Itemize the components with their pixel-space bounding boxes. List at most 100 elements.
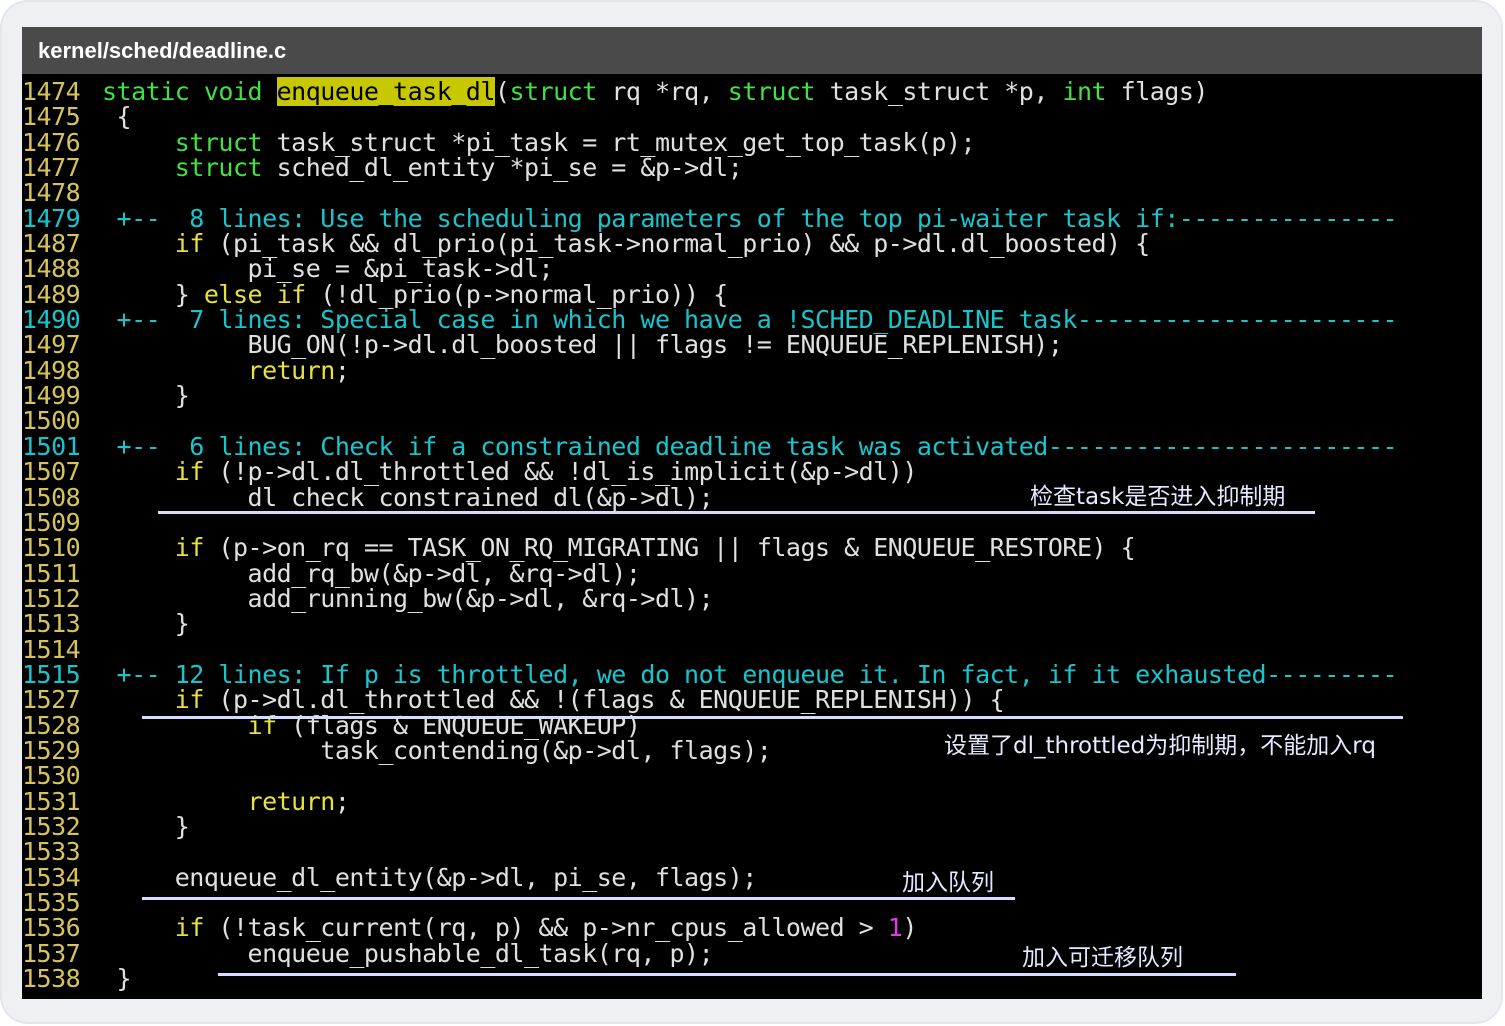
code-token: } bbox=[102, 811, 190, 841]
code-line: 1513 } bbox=[22, 609, 1482, 639]
code-line: 1476 struct task_struct *pi_task = rt_mu… bbox=[22, 127, 1482, 157]
code-line: 1498 return; bbox=[22, 355, 1482, 385]
line-number: 1515 bbox=[22, 659, 81, 689]
code-line: 1478 bbox=[22, 178, 1482, 208]
code-line: 1532 } bbox=[22, 811, 1482, 841]
window-title: kernel/sched/deadline.c bbox=[22, 27, 1482, 74]
code-line: 1512 add_running_bw(&p->dl, &rq->dl); bbox=[22, 583, 1482, 613]
code-line: 1475 { bbox=[22, 102, 1482, 132]
code-token: } bbox=[102, 609, 190, 639]
code-token: enqueue_dl_entity(&p->dl, pi_se, flags); bbox=[102, 862, 758, 892]
code-token: } bbox=[102, 964, 132, 994]
code-line: 1474 static void enqueue_task_dl(struct r… bbox=[22, 77, 1482, 106]
annotation-underline bbox=[142, 897, 1015, 900]
code-line: 1489 } else if (!dl_prio(p->normal_prio)… bbox=[22, 279, 1482, 309]
line-number: 1498 bbox=[22, 355, 81, 385]
line-number: 1530 bbox=[22, 761, 81, 791]
code-token: ) bbox=[902, 913, 917, 943]
line-number: 1513 bbox=[22, 609, 81, 639]
line-number: 1508 bbox=[22, 482, 81, 512]
line-number: 1474 bbox=[22, 77, 81, 106]
code-token: task_struct *p, bbox=[815, 77, 1063, 106]
code-token: task_contending(&p->dl, flags); bbox=[102, 735, 772, 765]
line-number: 1490 bbox=[22, 305, 81, 335]
annotation-underline bbox=[218, 973, 1236, 976]
line-number: 1499 bbox=[22, 381, 81, 411]
code-line: 1534 enqueue_dl_entity(&p->dl, pi_se, fl… bbox=[22, 862, 1482, 892]
line-number: 1537 bbox=[22, 938, 81, 968]
search-highlight: enqueue_task_dl bbox=[276, 77, 495, 106]
code-line: 1500 bbox=[22, 406, 1482, 436]
code-token: add_running_bw(&p->dl, &rq->dl); bbox=[102, 583, 714, 613]
code-line: 1479 +-- 8 lines: Use the scheduling par… bbox=[22, 203, 1482, 233]
line-number: 1479 bbox=[22, 203, 81, 233]
code-line: 1501 +-- 6 lines: Check if a constrained… bbox=[22, 431, 1482, 461]
code-line: 1497 BUG_ON(!p->dl.dl_boosted || flags !… bbox=[22, 330, 1482, 360]
code-token: rq *rq, bbox=[596, 77, 728, 106]
code-line: 1490 +-- 7 lines: Special case in which … bbox=[22, 305, 1482, 335]
line-number: 1532 bbox=[22, 811, 81, 841]
line-number: 1501 bbox=[22, 431, 81, 461]
code-window: kernel/sched/deadline.c 1474 static void … bbox=[22, 27, 1482, 999]
line-number: 1511 bbox=[22, 558, 81, 588]
code-line: 1535 bbox=[22, 888, 1482, 917]
code-line: 1511 add_rq_bw(&p->dl, &rq->dl); bbox=[22, 558, 1482, 588]
code-token: sched_dl_entity *pi_se = &p->dl; bbox=[262, 153, 743, 183]
line-number: 1509 bbox=[22, 507, 81, 537]
code-line: 1515 +-- 12 lines: If p is throttled, we… bbox=[22, 659, 1482, 689]
code-token: ; bbox=[334, 786, 350, 816]
line-number: 1497 bbox=[22, 330, 81, 360]
line-number: 1534 bbox=[22, 862, 81, 892]
line-number: 1488 bbox=[22, 254, 81, 284]
code-token: struct bbox=[174, 153, 263, 183]
code-line: 1514 bbox=[22, 634, 1482, 664]
code-line: 1487 if (pi_task && dl_prio(pi_task->nor… bbox=[22, 231, 1482, 257]
line-number: 1510 bbox=[22, 533, 81, 563]
code-token: flags) bbox=[1106, 77, 1209, 106]
line-number: 1489 bbox=[22, 279, 81, 309]
line-number: 1536 bbox=[22, 913, 81, 943]
code-line: 1527 if (p->dl.dl_throttled && !(flags &… bbox=[22, 685, 1482, 715]
line-number: 1527 bbox=[22, 685, 81, 715]
line-number: 1538 bbox=[22, 964, 81, 994]
line-number: 1531 bbox=[22, 786, 81, 816]
code-token: enqueue_pushable_dl_task(rq, p); bbox=[102, 938, 714, 968]
code-line: 1537 enqueue_pushable_dl_task(rq, p); bbox=[22, 938, 1482, 968]
line-number: 1507 bbox=[22, 457, 81, 487]
line-number: 1529 bbox=[22, 735, 81, 765]
code-line: 1488 pi_se = &pi_task->dl; bbox=[22, 254, 1482, 284]
code-token: return bbox=[247, 786, 336, 816]
code-line: 1538 } bbox=[22, 964, 1482, 994]
code-line: 1533 bbox=[22, 837, 1482, 867]
code-line: 1510 if (p->on_rq == TASK_ON_RQ_MIGRATIN… bbox=[22, 533, 1482, 563]
annotation-pushable: 加入可迁移队列 bbox=[1022, 945, 1183, 971]
code-line: 1499 } bbox=[22, 381, 1482, 411]
annotation-check-constrained: 检查task是否进入抑制期 bbox=[1030, 484, 1286, 510]
line-number: 1478 bbox=[22, 178, 81, 208]
code-line: 1536 if (!task_current(rq, p) && p->nr_c… bbox=[22, 913, 1482, 943]
code-token: } bbox=[102, 381, 190, 411]
code-token: ( bbox=[494, 77, 510, 106]
line-number: 1533 bbox=[22, 837, 81, 867]
code-line: 1531 return; bbox=[22, 786, 1482, 816]
line-number: 1514 bbox=[22, 634, 81, 664]
code-token: int bbox=[1062, 77, 1107, 106]
line-number: 1512 bbox=[22, 583, 81, 613]
annotation-enqueue: 加入队列 bbox=[902, 870, 994, 896]
line-number: 1528 bbox=[22, 710, 81, 740]
code-token: 1 bbox=[887, 913, 903, 943]
line-number: 1475 bbox=[22, 102, 81, 132]
code-view[interactable]: 1474 static void enqueue_task_dl(struct r… bbox=[22, 77, 1482, 994]
line-number: 1500 bbox=[22, 406, 81, 436]
code-token: dl_check_constrained_dl(&p->dl); bbox=[102, 482, 714, 512]
code-token: return bbox=[247, 355, 336, 385]
line-number: 1535 bbox=[22, 888, 81, 917]
line-number: 1477 bbox=[22, 153, 81, 183]
annotation-throttled: 设置了dl_throttled为抑制期，不能加入rq bbox=[944, 733, 1376, 759]
code-token: struct bbox=[509, 77, 597, 106]
code-line: 1477 struct sched_dl_entity *pi_se = &p-… bbox=[22, 153, 1482, 183]
line-number: 1476 bbox=[22, 127, 81, 157]
annotation-underline bbox=[158, 511, 1315, 514]
code-line: 1530 bbox=[22, 761, 1482, 791]
